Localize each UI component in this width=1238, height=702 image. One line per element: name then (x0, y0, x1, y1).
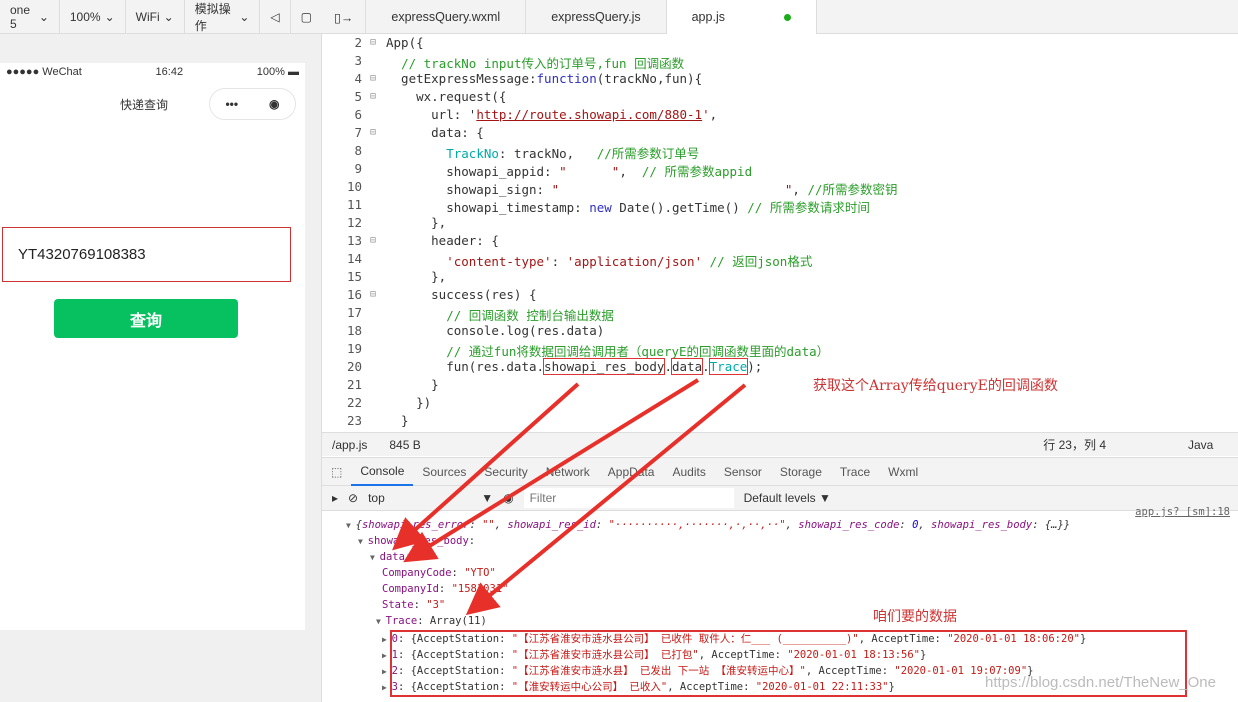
arrow (392, 382, 580, 551)
annotation-arrows (392, 378, 747, 616)
arrow (465, 383, 747, 616)
